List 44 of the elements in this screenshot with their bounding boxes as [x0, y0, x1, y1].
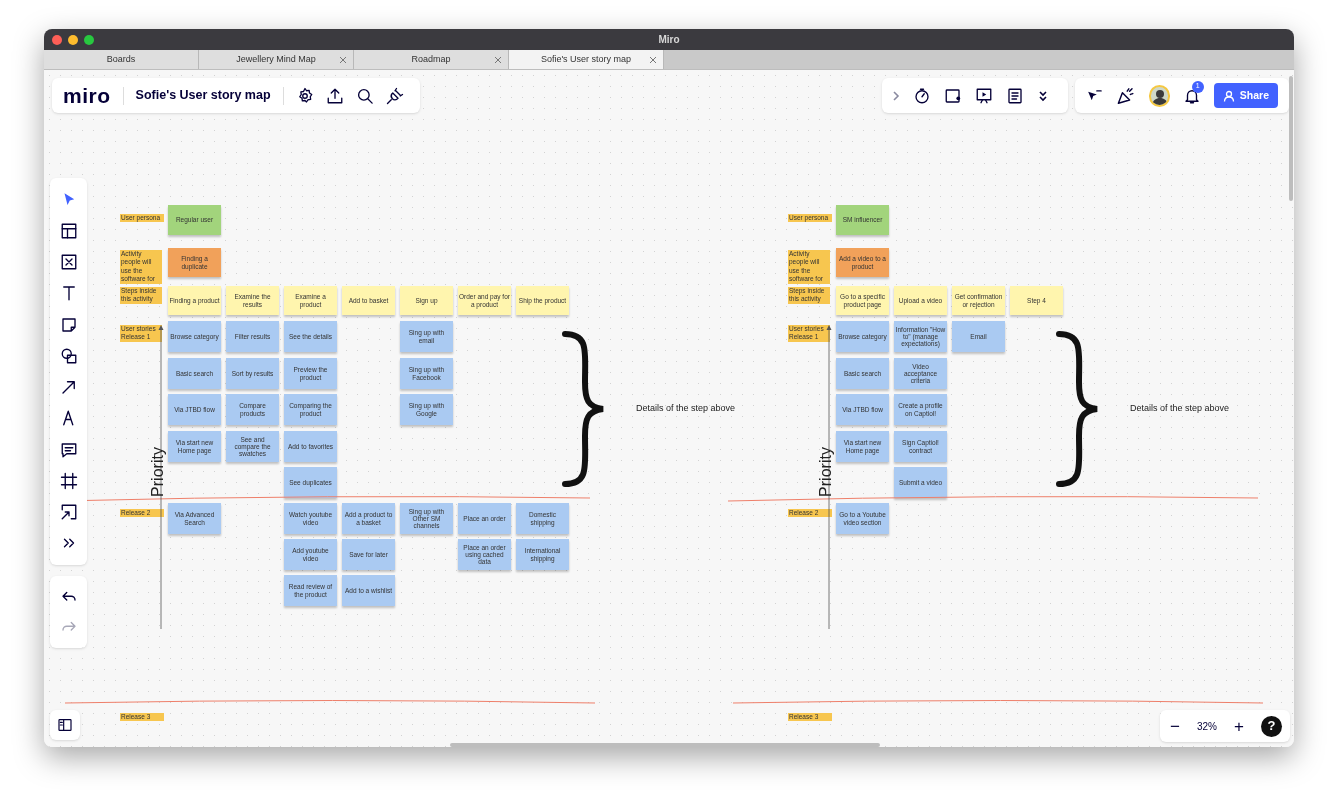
plug-icon[interactable]: [385, 86, 404, 105]
person-icon: [1222, 89, 1235, 102]
crossed-frame-icon[interactable]: [59, 253, 78, 272]
tab[interactable]: Roadmap: [354, 50, 509, 69]
logo[interactable]: miro: [63, 85, 111, 106]
note-text: Details of the step above: [636, 402, 736, 415]
close-icon[interactable]: [649, 56, 657, 64]
close-icon[interactable]: [339, 56, 347, 64]
share-button[interactable]: Share: [1213, 83, 1278, 108]
party-popper-icon[interactable]: [1116, 85, 1136, 106]
tab[interactable]: Jewellery Mind Map: [199, 50, 354, 69]
chevron-right-icon[interactable]: [892, 89, 900, 102]
shapes-icon[interactable]: [59, 346, 78, 365]
zoom-level: 32%: [1196, 719, 1217, 734]
zoom-window-button[interactable]: [84, 35, 94, 45]
scrollbar[interactable]: [450, 743, 880, 747]
axis-label: Priority: [817, 447, 834, 497]
search-icon[interactable]: [355, 86, 374, 105]
sidebar-toggle-icon[interactable]: [57, 717, 73, 733]
upload-icon[interactable]: [325, 86, 344, 105]
upload-tool-icon[interactable]: [59, 503, 78, 522]
frame-icon[interactable]: [59, 471, 78, 490]
minimize-window-button[interactable]: [68, 35, 78, 45]
close-window-button[interactable]: [52, 35, 62, 45]
close-icon[interactable]: [494, 56, 502, 64]
sticky-note-icon[interactable]: [59, 315, 78, 334]
presentation-icon[interactable]: [975, 86, 993, 105]
comment-icon[interactable]: [59, 440, 78, 459]
help-button[interactable]: ?: [1261, 715, 1282, 737]
avatar[interactable]: [1148, 84, 1170, 107]
notes-icon[interactable]: [1006, 86, 1024, 105]
scrollbar[interactable]: [1289, 76, 1293, 201]
board-title[interactable]: Sofie's User story map: [135, 86, 271, 105]
zoom-in-button[interactable]: +: [1232, 717, 1246, 735]
tab[interactable]: Boards: [44, 50, 199, 69]
templates-icon[interactable]: [59, 221, 78, 240]
note-text: Details of the step above: [1130, 402, 1230, 415]
zoom-out-button[interactable]: −: [1168, 717, 1182, 735]
tab[interactable]: Sofie's User story map: [509, 50, 664, 69]
double-chevron-icon[interactable]: [1037, 89, 1049, 102]
window-title: Miro: [658, 33, 680, 47]
axis-label: Priority: [149, 447, 166, 497]
card-icon[interactable]: [944, 86, 962, 105]
timer-icon[interactable]: [913, 86, 931, 105]
